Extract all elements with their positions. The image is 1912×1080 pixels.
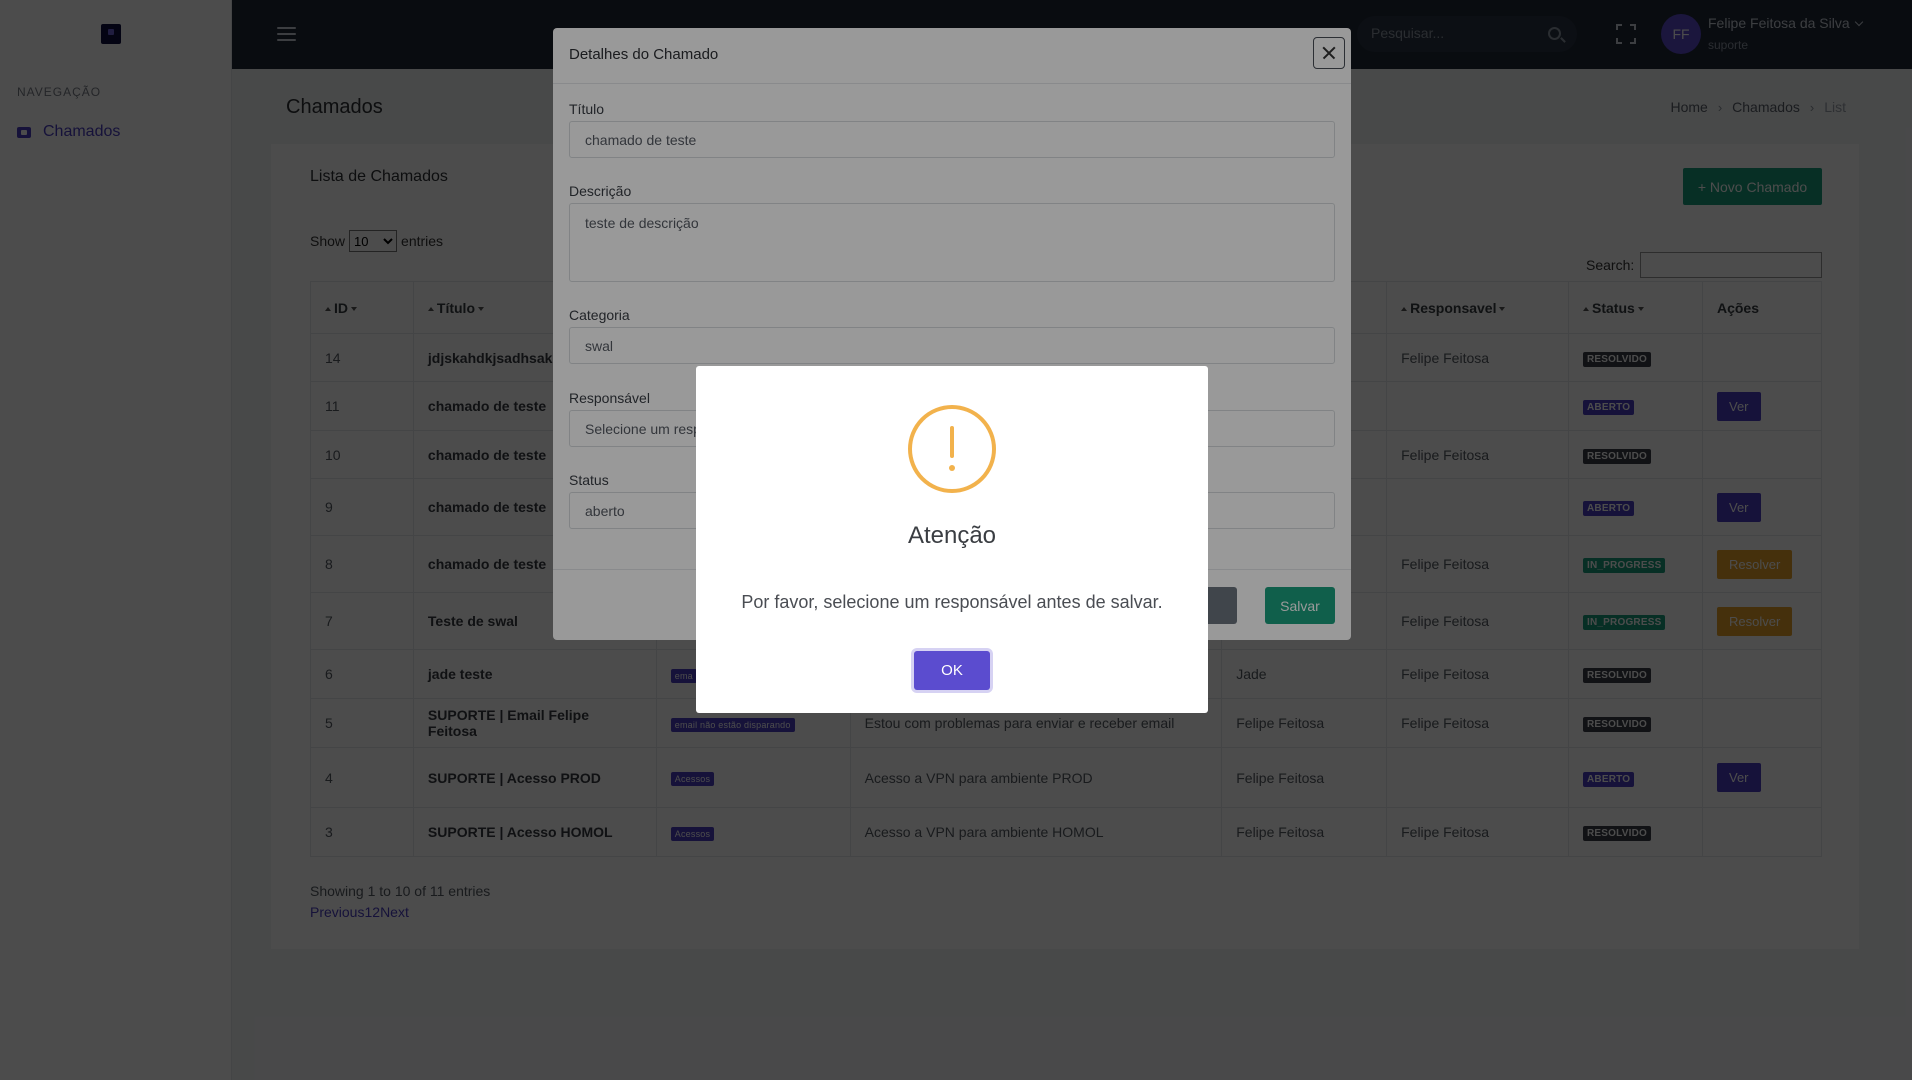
warning-icon [908, 405, 996, 493]
warning-alert: Atenção Por favor, selecione um responsá… [696, 366, 1208, 713]
alert-title: Atenção [907, 522, 997, 549]
alert-message: Por favor, selecione um responsável ante… [741, 592, 1163, 612]
ok-button[interactable]: OK [914, 651, 990, 690]
